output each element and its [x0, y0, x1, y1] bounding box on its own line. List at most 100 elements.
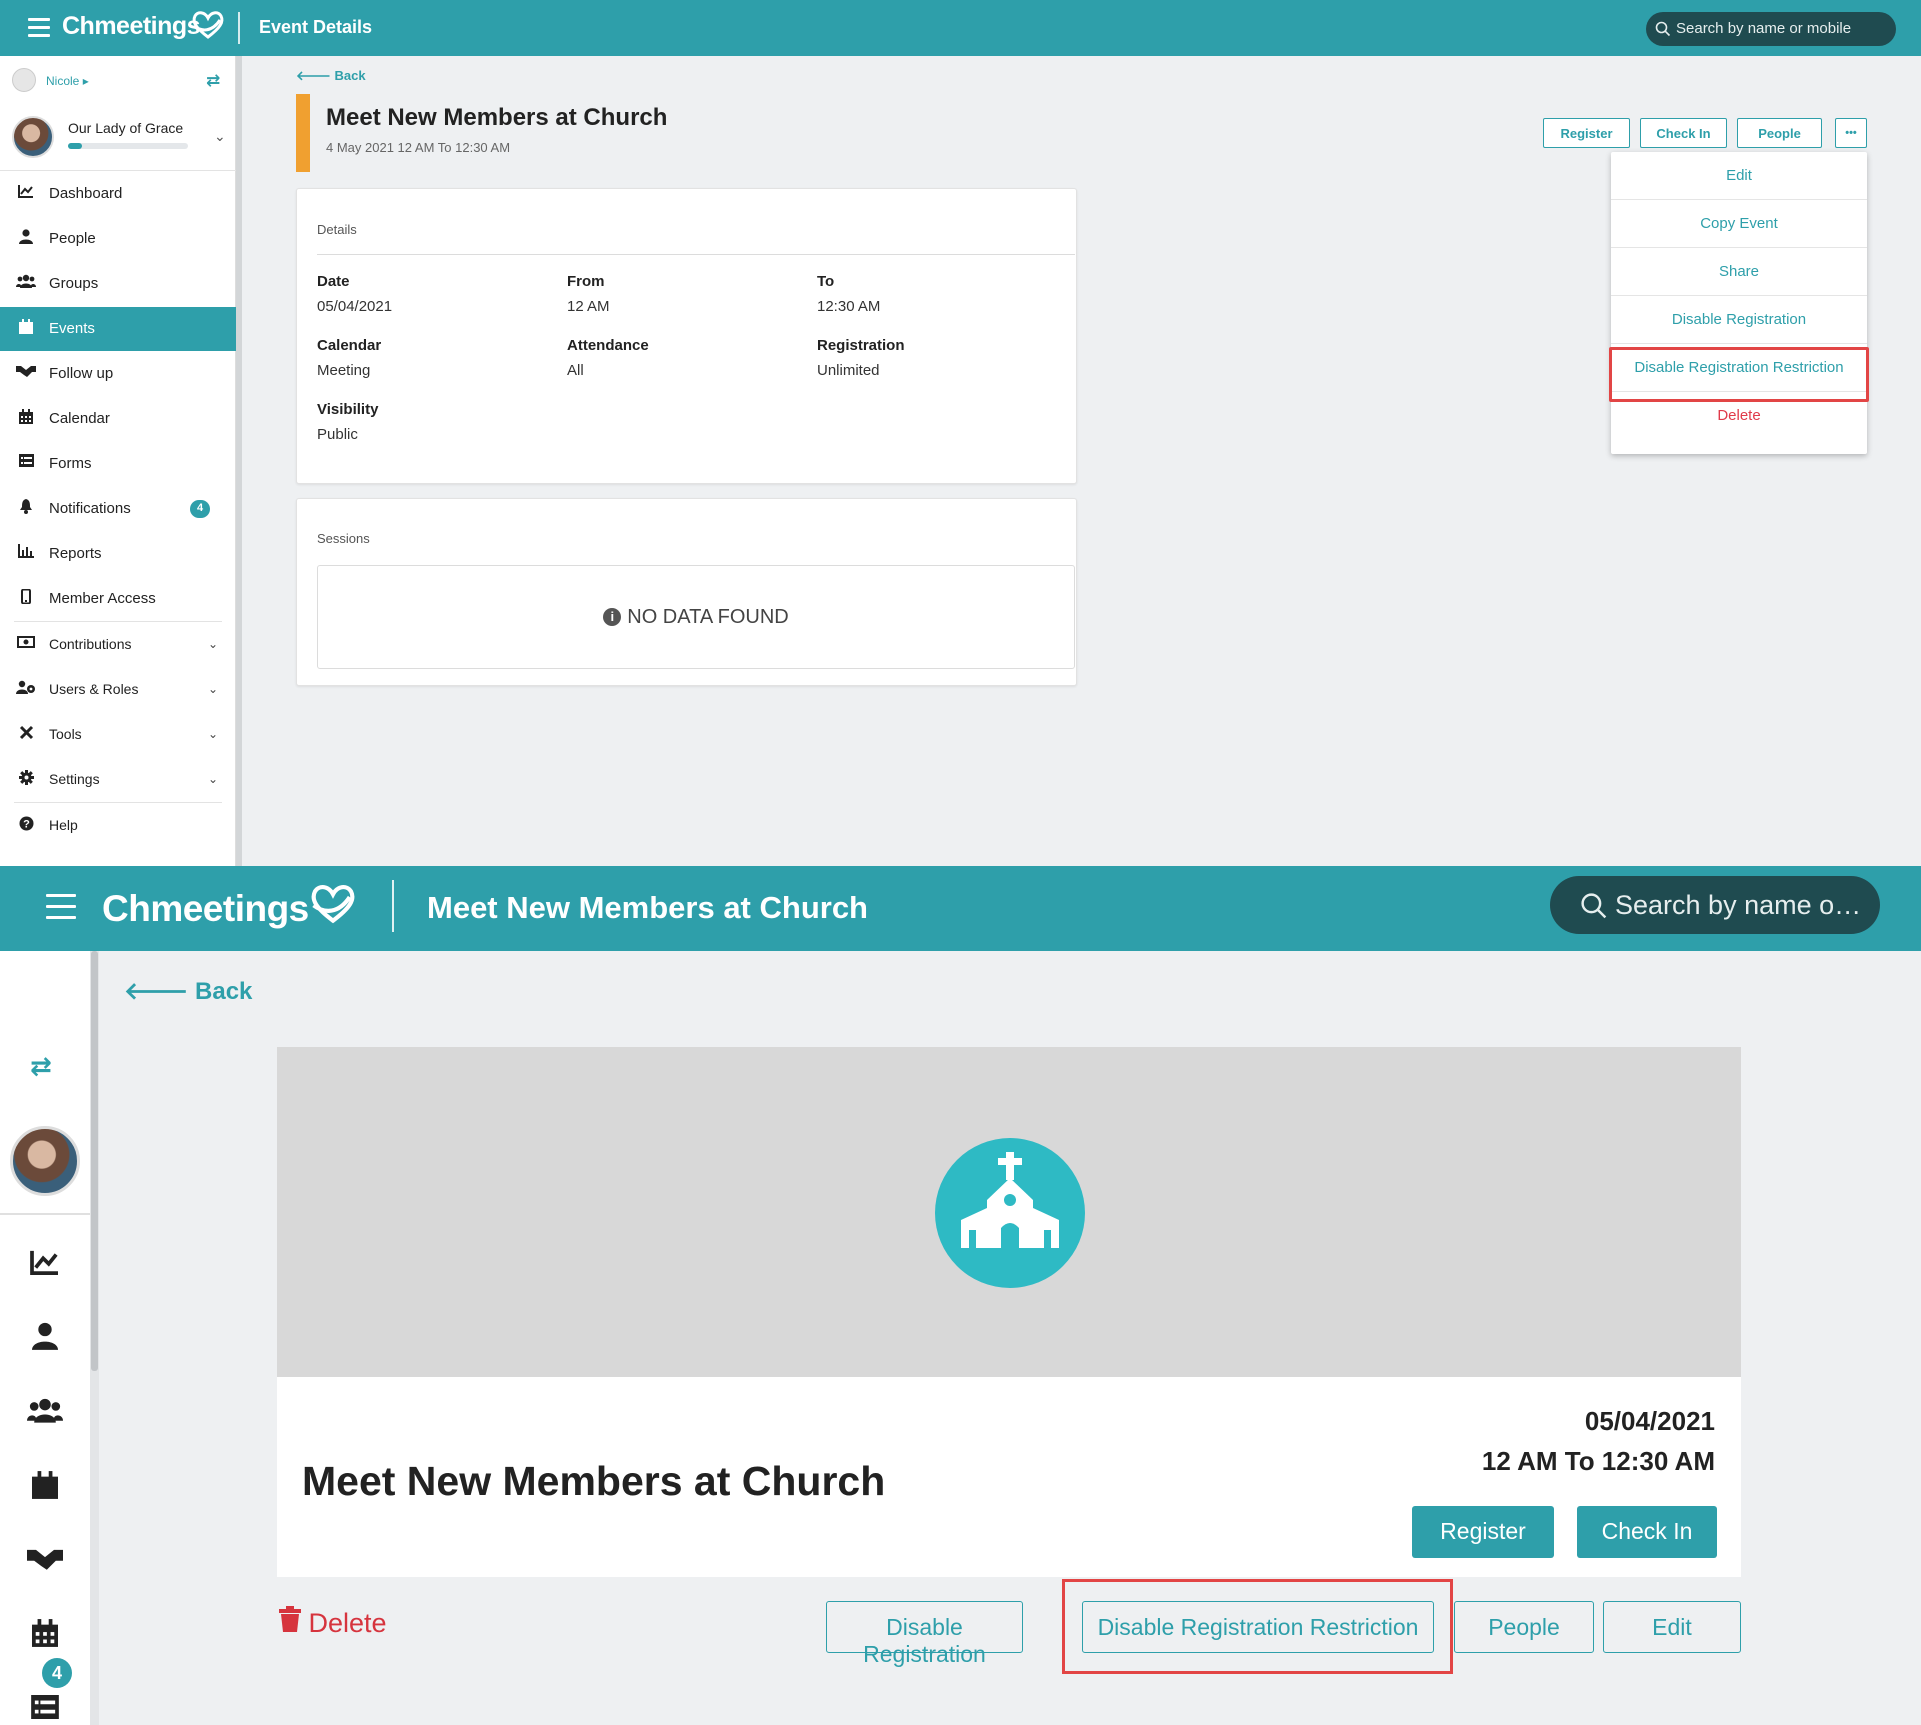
chart-line-icon	[30, 1250, 58, 1275]
people-button[interactable]: People	[1454, 1601, 1594, 1653]
church-selector[interactable]: Our Lady of Grace ⌄	[12, 116, 232, 166]
list-alt-icon	[31, 1695, 59, 1719]
scrollbar-thumb[interactable]	[91, 951, 98, 1371]
nav-groups[interactable]: Groups	[0, 262, 236, 306]
check-in-button[interactable]: Check In	[1577, 1506, 1717, 1558]
nav-reports[interactable]: Reports	[0, 532, 236, 576]
date-value: 05/04/2021	[317, 298, 393, 315]
top-bar: Chmeetings Event Details Search by name …	[0, 0, 1921, 56]
menu-edit[interactable]: Edit	[1611, 152, 1867, 200]
nav-member-access[interactable]: Member Access	[0, 577, 236, 621]
nav-groups[interactable]	[25, 1397, 65, 1437]
nav-notifications[interactable]: Notifications 4	[0, 487, 236, 531]
notification-badge: 4	[42, 1658, 72, 1688]
search-input[interactable]: Search by name or mobile	[1646, 12, 1896, 46]
gear-icon	[16, 770, 36, 790]
bar-chart-icon	[16, 544, 36, 564]
swap-icon[interactable]: ⇄	[30, 1051, 52, 1082]
nav-events[interactable]	[25, 1471, 65, 1511]
users-icon	[27, 1398, 63, 1423]
mobile-icon	[16, 588, 36, 609]
calendar-grid-icon	[16, 409, 36, 429]
nav-followup[interactable]	[25, 1546, 65, 1586]
desktop-view: Chmeetings Event Details Search by name …	[0, 0, 1921, 866]
nav-settings[interactable]: Settings ⌄	[0, 758, 236, 802]
search-icon	[1655, 21, 1671, 37]
menu-disable-registration[interactable]: Disable Registration	[1611, 296, 1867, 344]
register-button[interactable]: Register	[1543, 118, 1630, 148]
delete-button[interactable]: Delete	[279, 1606, 387, 1639]
search-icon	[1581, 893, 1607, 919]
sidebar-rail: ⇄ 4	[0, 951, 90, 1725]
logo-text: Chmeetings	[102, 888, 309, 929]
search-input[interactable]: Search by name o…	[1550, 876, 1880, 934]
divider	[317, 254, 1075, 255]
church-avatar[interactable]	[10, 1126, 80, 1196]
back-link[interactable]: 🡐 Back	[296, 68, 366, 84]
nav-calendar[interactable]	[25, 1619, 65, 1659]
menu-icon[interactable]	[28, 18, 50, 37]
bell-icon	[16, 499, 36, 519]
search-placeholder: Search by name or mobile	[1676, 20, 1852, 37]
church-name: Our Lady of Grace	[68, 120, 184, 136]
attendance-value: All	[567, 362, 584, 379]
user-icon	[16, 229, 36, 249]
sidebar-scrollbar[interactable]	[90, 951, 99, 1725]
registration-label: Registration	[817, 337, 905, 354]
nav-calendar[interactable]: Calendar	[0, 397, 236, 441]
header-divider	[238, 12, 240, 44]
back-link[interactable]: 🡐 Back	[124, 976, 252, 1006]
nav-people[interactable]: People	[0, 217, 236, 261]
edit-button[interactable]: Edit	[1603, 1601, 1741, 1653]
divider	[0, 1213, 90, 1215]
event-color-bar	[296, 94, 310, 172]
people-button[interactable]: People	[1737, 118, 1822, 148]
user-row[interactable]: Nicole ▸ ⇄	[12, 68, 224, 92]
nav-users-roles[interactable]: Users & Roles ⌄	[0, 668, 236, 712]
user-name[interactable]: Nicole ▸	[46, 74, 89, 88]
top-bar: Chmeetings Meet New Members at Church Se…	[0, 866, 1921, 951]
menu-share[interactable]: Share	[1611, 248, 1867, 296]
chart-line-icon	[16, 184, 36, 204]
register-button[interactable]: Register	[1412, 1506, 1554, 1558]
tools-icon	[16, 725, 36, 745]
user-avatar	[12, 68, 36, 92]
nav-forms[interactable]: Forms	[0, 442, 236, 486]
nav-people[interactable]	[25, 1322, 65, 1362]
nav-followup[interactable]: Follow up	[0, 352, 236, 396]
nav-tools[interactable]: Tools ⌄	[0, 713, 236, 757]
more-options-button[interactable]: •••	[1835, 118, 1867, 148]
nav-dashboard[interactable]	[25, 1249, 65, 1289]
nav-contributions[interactable]: Contributions ⌄	[0, 623, 236, 667]
nav-events[interactable]: Events	[0, 307, 236, 351]
swap-icon[interactable]: ⇄	[206, 71, 220, 91]
nav-dashboard[interactable]: Dashboard	[0, 172, 236, 216]
sidebar-scrollbar[interactable]	[236, 56, 242, 866]
nav-forms[interactable]	[25, 1695, 65, 1725]
logo-heart-icon	[192, 11, 224, 39]
event-title: Meet New Members at Church	[326, 104, 668, 131]
app-logo[interactable]: Chmeetings	[102, 885, 355, 930]
trash-icon	[279, 1606, 301, 1632]
users-cog-icon	[16, 680, 36, 700]
highlight-annotation	[1609, 347, 1869, 402]
menu-copy-event[interactable]: Copy Event	[1611, 200, 1867, 248]
handshake-icon	[16, 364, 36, 384]
sessions-heading: Sessions	[317, 531, 370, 546]
more-options-menu: Edit Copy Event Share Disable Registrati…	[1611, 152, 1867, 454]
menu-icon[interactable]	[46, 894, 76, 920]
disable-registration-button[interactable]: Disable Registration	[826, 1601, 1023, 1667]
calendar-grid-icon	[32, 1619, 58, 1647]
user-icon	[32, 1322, 58, 1350]
chevron-down-icon: ⌄	[208, 682, 219, 696]
church-icon	[935, 1138, 1085, 1288]
check-in-button[interactable]: Check In	[1640, 118, 1727, 148]
event-time: 12 AM To 12:30 AM	[1481, 1446, 1715, 1476]
users-icon	[16, 274, 36, 294]
page-title: Meet New Members at Church	[427, 890, 868, 925]
chevron-down-icon[interactable]: ⌄	[214, 128, 226, 145]
divider	[0, 170, 236, 171]
app-logo[interactable]: Chmeetings	[62, 11, 224, 41]
nav-help[interactable]: ? Help	[0, 804, 236, 848]
highlight-annotation	[1062, 1579, 1453, 1674]
